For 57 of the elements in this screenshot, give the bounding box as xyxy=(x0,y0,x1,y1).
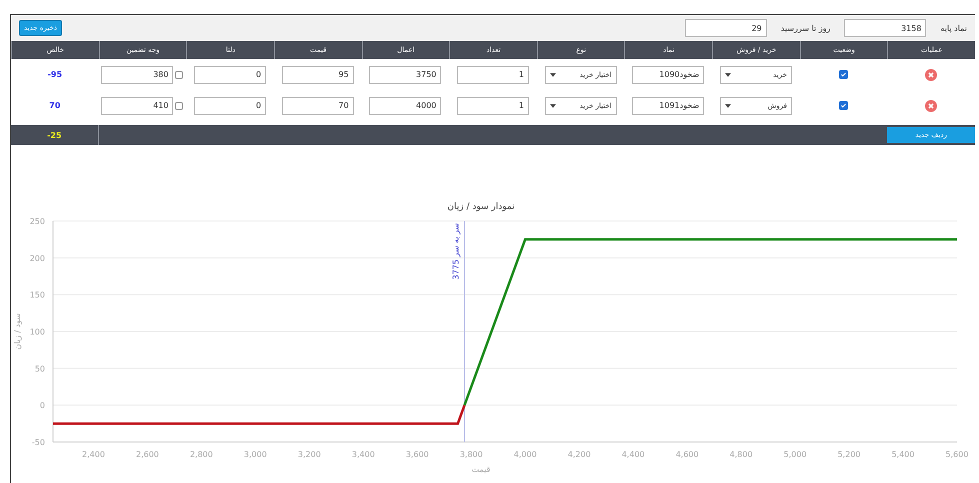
x-tick-label: 4,400 xyxy=(622,450,645,459)
y-tick-label: 150 xyxy=(30,290,45,300)
margin-field[interactable]: 410 xyxy=(101,96,174,114)
status-checkbox[interactable] xyxy=(839,70,848,79)
margin-checkbox[interactable] xyxy=(175,102,184,110)
price-field[interactable]: 70 xyxy=(282,96,354,114)
strike-field[interactable]: 4000 xyxy=(369,96,442,114)
margin-checkbox[interactable] xyxy=(175,70,184,78)
status-checkbox[interactable] xyxy=(839,101,848,110)
x-tick-label: 2,400 xyxy=(82,450,105,459)
x-tick-label: 3,400 xyxy=(352,450,375,459)
x-tick-label: 5,000 xyxy=(784,450,807,459)
x-tick-label: 3,600 xyxy=(406,450,429,459)
y-tick-label: 0 xyxy=(40,401,45,410)
quantity-field[interactable]: 1 xyxy=(457,96,530,114)
caret-icon xyxy=(550,72,556,76)
x-tick-label: 3,200 xyxy=(298,450,321,459)
x-tick-label: 4,800 xyxy=(730,450,753,459)
x-tick-label: 3,000 xyxy=(244,450,267,459)
y-tick-label: -50 xyxy=(32,438,45,447)
days-to-expiry-label: روز تا سررسید xyxy=(780,24,830,32)
x-tick-label: 4,200 xyxy=(568,450,591,459)
total-net-value: -25 xyxy=(47,130,62,140)
chart-title: نمودار سود / زیان xyxy=(447,202,515,212)
net-value: -95 xyxy=(48,70,62,79)
x-tick-label: 5,600 xyxy=(946,450,968,459)
x-tick-label: 4,600 xyxy=(676,450,699,459)
symbol-field[interactable]: ضخود1091 xyxy=(632,96,704,114)
x-tick-label: 3,800 xyxy=(460,450,483,459)
delta-field[interactable]: 0 xyxy=(194,96,266,114)
y-axis-title: سود / زیان xyxy=(13,313,22,350)
y-tick-label: 50 xyxy=(34,364,45,374)
breakeven-label: سر به سر 3775 xyxy=(452,223,461,280)
price-field[interactable]: 95 xyxy=(282,66,354,84)
delta-field[interactable]: 0 xyxy=(194,66,266,84)
x-tick-label: 2,800 xyxy=(190,450,213,459)
x-axis-title: قیمت xyxy=(472,465,490,474)
margin-field[interactable]: 380 xyxy=(101,66,174,84)
days-to-expiry-field[interactable]: 29 xyxy=(684,19,767,37)
net-value: 70 xyxy=(49,101,60,110)
caret-icon xyxy=(724,72,731,76)
y-tick-label: 200 xyxy=(30,254,45,263)
y-tick-label: 100 xyxy=(30,328,45,336)
y-tick-label: 250 xyxy=(30,217,45,226)
caret-icon xyxy=(724,104,731,108)
x-tick-label: 5,400 xyxy=(892,450,914,459)
caret-icon xyxy=(550,104,556,108)
x-tick-label: 5,200 xyxy=(838,450,861,459)
delete-icon[interactable] xyxy=(925,100,938,112)
quantity-field[interactable]: 1 xyxy=(457,66,530,84)
symbol-field[interactable]: ضخود1090 xyxy=(632,66,704,84)
base-symbol-field[interactable]: 3158 xyxy=(844,19,926,37)
x-tick-label: 2,600 xyxy=(136,450,159,459)
delete-icon[interactable] xyxy=(925,68,938,80)
x-tick-label: 4,000 xyxy=(514,450,537,459)
strike-field[interactable]: 3750 xyxy=(369,66,442,84)
base-symbol-label: نماد پایه xyxy=(940,24,967,32)
